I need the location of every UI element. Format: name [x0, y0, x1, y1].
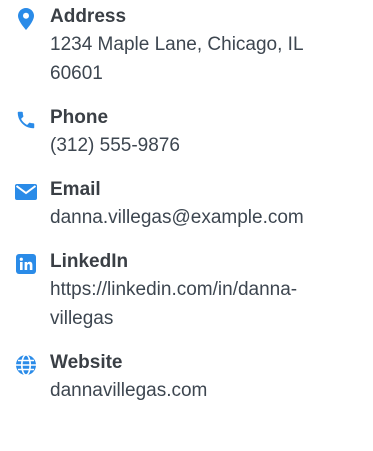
contact-label: Website	[50, 352, 123, 373]
phone-line-1: (312) 555-9876	[50, 135, 180, 156]
contact-address: Address 1234 Maple Lane, Chicago, IL 606…	[14, 6, 373, 88]
linkedin-line-1: https://linkedin.com/in/danna-	[50, 279, 298, 300]
envelope-icon	[14, 180, 38, 204]
contact-label: Email	[50, 179, 101, 200]
email-line-1: danna.villegas@example.com	[50, 207, 304, 228]
contact-phone: Phone (312) 555-9876	[14, 107, 373, 160]
contact-label: Address	[50, 6, 127, 27]
contact-website: Website dannavillegas.com	[14, 352, 373, 405]
email-value[interactable]: danna.villegas@example.com	[50, 203, 373, 232]
contact-linkedin: LinkedIn https://linkedin.com/in/danna- …	[14, 251, 373, 333]
linkedin-value[interactable]: https://linkedin.com/in/danna- villegas	[50, 275, 373, 333]
contact-list: Address 1234 Maple Lane, Chicago, IL 606…	[14, 6, 373, 405]
phone-value[interactable]: (312) 555-9876	[50, 131, 373, 160]
linkedin-icon	[14, 252, 38, 276]
globe-icon	[14, 353, 38, 377]
website-value[interactable]: dannavillegas.com	[50, 376, 373, 405]
phone-icon	[14, 108, 38, 132]
address-line-2: 60601	[50, 63, 103, 84]
address-line-1: 1234 Maple Lane, Chicago, IL	[50, 34, 304, 55]
contact-email: Email danna.villegas@example.com	[14, 179, 373, 232]
website-line-1: dannavillegas.com	[50, 380, 208, 401]
contact-label: LinkedIn	[50, 251, 129, 272]
linkedin-line-2: villegas	[50, 308, 114, 329]
location-pin-icon	[14, 7, 38, 31]
address-value: 1234 Maple Lane, Chicago, IL 60601	[50, 30, 373, 88]
contact-label: Phone	[50, 107, 109, 128]
